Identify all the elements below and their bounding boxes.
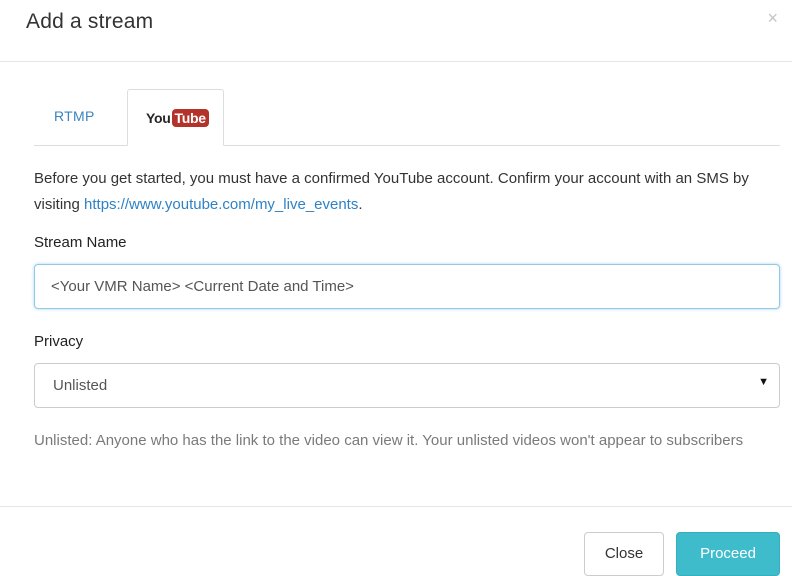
privacy-selected-value: Unlisted xyxy=(53,377,108,394)
chevron-down-icon: ▼ xyxy=(758,376,769,388)
tab-youtube[interactable]: You Tube xyxy=(127,89,224,146)
dialog-header: Add a stream × xyxy=(0,0,792,62)
privacy-help-text: Unlisted: Anyone who has the link to the… xyxy=(34,432,744,449)
youtube-live-events-link[interactable]: https://www.youtube.com/my_live_events xyxy=(84,196,358,213)
tab-rtmp[interactable]: RTMP xyxy=(34,89,126,145)
stream-name-input[interactable] xyxy=(34,264,780,309)
close-button[interactable]: Close xyxy=(584,532,664,576)
youtube-logo-icon: You Tube xyxy=(146,109,209,127)
dialog-footer: Close Proceed xyxy=(0,506,792,576)
add-stream-dialog: Add a stream × RTMP You Tube Before you … xyxy=(0,0,792,576)
intro-text: Before you get started, you must have a … xyxy=(34,166,754,218)
dialog-title: Add a stream xyxy=(26,10,154,33)
youtube-logo-you: You xyxy=(146,110,171,126)
stream-tabs: RTMP You Tube xyxy=(34,89,780,146)
proceed-button[interactable]: Proceed xyxy=(676,532,780,576)
tab-rtmp-label: RTMP xyxy=(54,108,95,124)
close-icon[interactable]: × xyxy=(767,8,778,28)
stream-name-label: Stream Name xyxy=(34,234,127,251)
intro-suffix: . xyxy=(358,196,363,213)
privacy-select[interactable]: Unlisted ▼ xyxy=(34,363,780,408)
privacy-label: Privacy xyxy=(34,333,84,350)
youtube-logo-tube: Tube xyxy=(171,109,209,127)
